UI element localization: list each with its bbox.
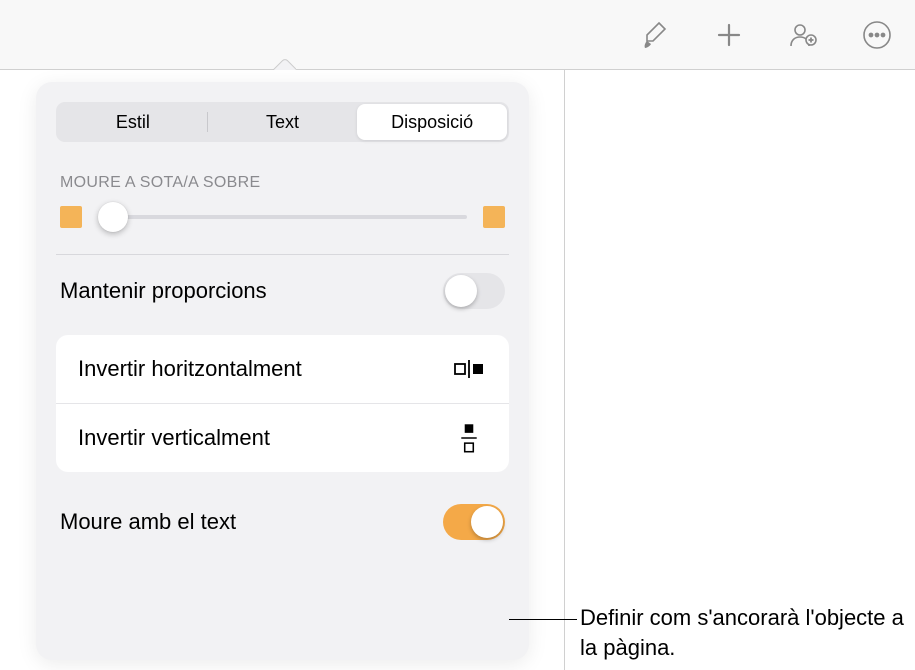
callout-text: Definir com s'ancorarà l'objecte a la pà…	[580, 603, 910, 662]
add-icon[interactable]	[711, 17, 747, 53]
constrain-proportions-row: Mantenir proporcions	[36, 255, 529, 327]
more-icon[interactable]	[859, 17, 895, 53]
tab-label: Disposició	[391, 112, 473, 133]
flip-vertical-label: Invertir verticalment	[78, 425, 270, 451]
move-with-text-label: Moure amb el text	[60, 509, 236, 535]
flip-group: Invertir horitzontalment Invertir vertic…	[56, 335, 509, 472]
tab-arrange[interactable]: Disposició	[357, 104, 507, 140]
format-brush-icon[interactable]	[637, 17, 673, 53]
toggle-knob	[445, 275, 477, 307]
flip-vertical-icon	[451, 424, 487, 452]
tab-label: Estil	[116, 112, 150, 133]
panel-tabs: Estil Text Disposició	[56, 102, 509, 142]
flip-horizontal-label: Invertir horitzontalment	[78, 356, 302, 382]
flip-horizontal-button[interactable]: Invertir horitzontalment	[56, 335, 509, 403]
slider-thumb[interactable]	[98, 202, 128, 232]
format-panel: Estil Text Disposició MOURE A SOTA/A SOB…	[36, 82, 529, 660]
slider-back-icon	[60, 206, 82, 228]
toolbar	[0, 0, 915, 70]
layer-order-slider-row	[36, 206, 529, 254]
move-with-text-row: Moure amb el text	[36, 486, 529, 558]
tab-text[interactable]: Text	[208, 104, 358, 140]
constrain-label: Mantenir proporcions	[60, 278, 267, 304]
tab-label: Text	[266, 112, 299, 133]
tab-style[interactable]: Estil	[58, 104, 208, 140]
section-header-move: MOURE A SOTA/A SOBRE	[36, 166, 529, 206]
constrain-proportions-toggle[interactable]	[443, 273, 505, 309]
flip-vertical-button[interactable]: Invertir verticalment	[56, 403, 509, 472]
panel-pointer	[272, 58, 296, 70]
collaborate-icon[interactable]	[785, 17, 821, 53]
move-with-text-toggle[interactable]	[443, 504, 505, 540]
toggle-knob	[471, 506, 503, 538]
slider-front-icon	[483, 206, 505, 228]
flip-horizontal-icon	[451, 355, 487, 383]
layer-order-slider[interactable]	[98, 215, 467, 219]
panel-right-border	[564, 70, 565, 670]
callout-leader-line	[509, 619, 577, 620]
